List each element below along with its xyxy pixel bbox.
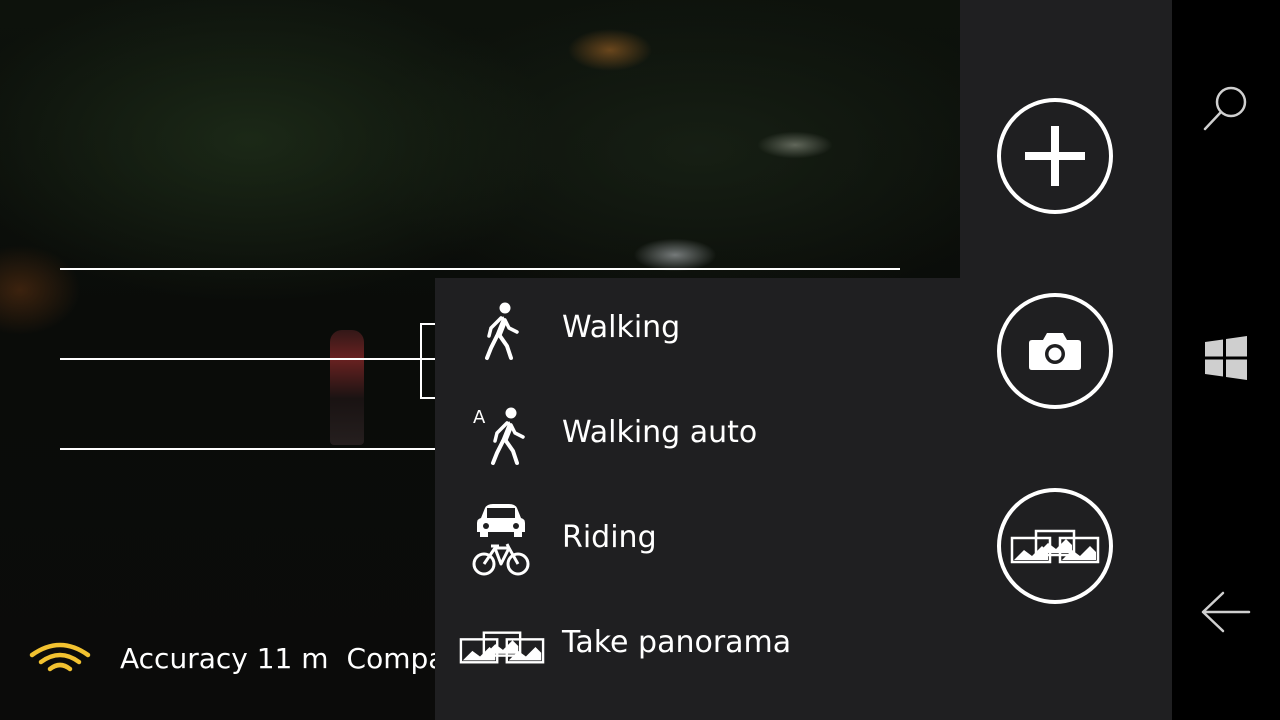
walking-auto-icon: A	[473, 407, 525, 465]
scene-person	[330, 330, 364, 445]
menu-item-label: Riding	[562, 520, 657, 555]
camera-icon	[1029, 333, 1081, 370]
panorama-icon	[1010, 529, 1100, 564]
walking-auto-letter: A	[473, 407, 486, 428]
menu-item-label: Walking	[562, 310, 681, 345]
windows-start-button[interactable]	[1196, 328, 1256, 388]
mode-menu: Walking A Walking auto Riding Take panor…	[435, 278, 960, 720]
add-button[interactable]	[997, 98, 1113, 214]
status-bar: Accuracy 11 m Compass	[28, 636, 493, 680]
menu-item-walking[interactable]: Walking	[435, 278, 960, 378]
panorama-icon	[459, 631, 545, 664]
panorama-button[interactable]	[997, 488, 1113, 604]
menu-item-riding[interactable]: Riding	[435, 488, 960, 588]
guide-line-middle	[60, 358, 436, 360]
back-arrow-icon	[1201, 591, 1251, 633]
menu-item-label: Walking auto	[562, 415, 758, 450]
back-button[interactable]	[1196, 582, 1256, 642]
accuracy-text: Accuracy 11 m	[120, 641, 329, 675]
menu-item-walking-auto[interactable]: A Walking auto	[435, 383, 960, 483]
menu-item-label: Take panorama	[562, 625, 792, 660]
search-button[interactable]	[1196, 78, 1256, 138]
car-bike-icon	[472, 504, 530, 576]
guide-line-bottom	[60, 448, 436, 450]
signal-icon	[29, 642, 91, 672]
system-nav-bar	[1172, 0, 1280, 720]
guide-line-top	[60, 268, 900, 270]
windows-start-icon	[1205, 336, 1247, 380]
add-icon	[1025, 126, 1085, 186]
app-screen: Accuracy 11 m Compass Walking A Walking …	[0, 0, 1280, 720]
camera-button[interactable]	[997, 293, 1113, 409]
search-icon	[1203, 86, 1247, 131]
walking-icon	[485, 302, 519, 360]
menu-item-take-panorama[interactable]: Take panorama	[435, 593, 960, 693]
